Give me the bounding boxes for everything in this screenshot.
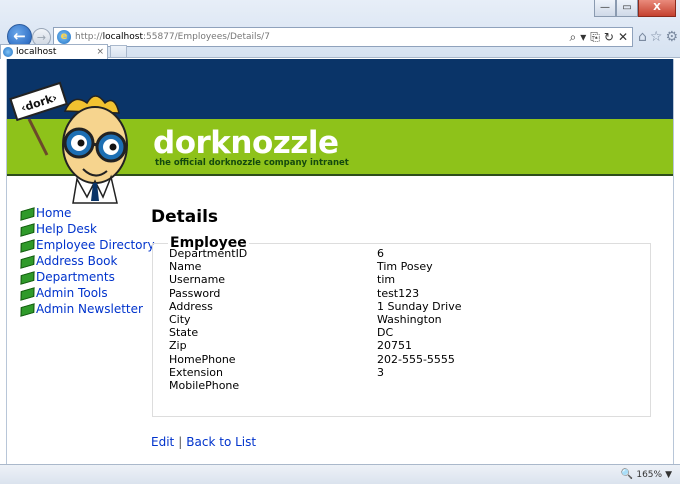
nav-item-departments[interactable]: Departments xyxy=(21,269,155,285)
action-separator: | xyxy=(178,435,183,449)
detail-row-address: Address 1 Sunday Drive xyxy=(169,300,650,313)
nav-link-address-book[interactable]: Address Book xyxy=(36,254,117,268)
nav-link-employee-directory[interactable]: Employee Directory xyxy=(36,238,155,252)
employee-details-list: DepartmentID 6 Name Tim Posey Username tim … xyxy=(169,247,650,392)
back-to-list-link[interactable]: Back to List xyxy=(186,435,256,449)
detail-label: City xyxy=(169,313,191,327)
detail-row-state: State DC xyxy=(169,326,650,339)
nav-item-address-book[interactable]: Address Book xyxy=(21,253,155,269)
refresh-icon[interactable]: ↻ xyxy=(604,30,614,45)
detail-label: Username xyxy=(169,273,226,287)
detail-row-extension: Extension 3 xyxy=(169,366,650,379)
book-icon xyxy=(21,240,33,250)
book-icon xyxy=(21,256,33,266)
zoom-icon: 🔍 xyxy=(620,469,634,480)
zoom-level: 165% xyxy=(636,469,663,480)
address-bar[interactable]: e http://localhost:55877/Employees/Detai… xyxy=(53,27,633,47)
close-button[interactable]: X xyxy=(638,0,676,17)
browser-tab[interactable]: localhost × xyxy=(0,44,108,59)
detail-row-mobile-phone: MobilePhone xyxy=(169,379,650,392)
nav-link-help-desk[interactable]: Help Desk xyxy=(36,222,97,236)
site-tagline: the official dorknozzle company intranet xyxy=(155,158,349,168)
ie-tab-icon xyxy=(3,47,13,57)
edit-link[interactable]: Edit xyxy=(151,435,174,449)
detail-row-password: Password test123 xyxy=(169,287,650,300)
zoom-control[interactable]: 🔍 165% ▼ xyxy=(621,469,672,480)
detail-value: test123 xyxy=(377,286,420,300)
nav-link-home[interactable]: Home xyxy=(36,206,71,220)
address-tools: ⌕ ▾ ⎘ ↻ ✕ xyxy=(570,30,629,45)
detail-label: MobilePhone xyxy=(169,378,240,392)
book-icon xyxy=(21,304,33,314)
site-title: dorknozzle xyxy=(153,125,339,161)
nav-item-admin-newsletter[interactable]: Admin Newsletter xyxy=(21,301,155,317)
detail-label: State xyxy=(169,326,199,340)
detail-value: Washington xyxy=(377,313,442,327)
detail-value: 20751 xyxy=(377,339,412,353)
zoom-dropdown-icon[interactable]: ▼ xyxy=(665,470,672,480)
detail-value: 1 Sunday Drive xyxy=(377,299,462,313)
detail-value: 202-555-5555 xyxy=(377,352,455,366)
detail-row-name: Name Tim Posey xyxy=(169,260,650,273)
detail-label: Address xyxy=(169,299,213,313)
detail-row-home-phone: HomePhone 202-555-5555 xyxy=(169,353,650,366)
gear-icon[interactable]: ⚙ xyxy=(665,29,678,45)
dork-mascot-logo: ‹dork› xyxy=(9,81,128,204)
page-title: Details xyxy=(151,207,219,227)
detail-value: DC xyxy=(377,326,394,340)
nav-link-admin-newsletter[interactable]: Admin Newsletter xyxy=(36,302,143,316)
home-icon[interactable]: ⌂ xyxy=(638,29,647,45)
minimize-button[interactable]: — xyxy=(594,0,616,17)
book-icon xyxy=(21,208,33,218)
page-viewport: dorknozzle the official dorknozzle compa… xyxy=(6,59,674,464)
favorites-icon[interactable]: ☆ xyxy=(650,29,663,45)
detail-row-zip: Zip 20751 xyxy=(169,339,650,352)
detail-value: tim xyxy=(377,273,396,287)
tab-title: localhost xyxy=(16,47,57,57)
window-controls: — ▭ X xyxy=(594,0,676,17)
detail-value: 3 xyxy=(377,365,384,379)
detail-actions: Edit | Back to List xyxy=(151,435,256,449)
browser-toolbar-icons: ⌂ ☆ ⚙ xyxy=(638,29,678,45)
detail-row-username: Username tim xyxy=(169,273,650,286)
status-bar: 🔍 165% ▼ xyxy=(0,464,680,484)
url-text[interactable]: http://localhost:55877/Employees/Details… xyxy=(75,32,270,42)
book-icon xyxy=(21,272,33,282)
detail-label: Zip xyxy=(169,339,187,353)
nav-item-admin-tools[interactable]: Admin Tools xyxy=(21,285,155,301)
detail-label: Name xyxy=(169,260,202,274)
detail-label: Extension xyxy=(169,365,224,379)
tab-close-icon[interactable]: × xyxy=(96,47,104,57)
dropdown-icon[interactable]: ▾ xyxy=(580,30,586,45)
employee-fieldset: Employee DepartmentID 6 Name Tim Posey Use… xyxy=(152,235,651,417)
nav-item-home[interactable]: Home xyxy=(21,205,155,221)
maximize-button[interactable]: ▭ xyxy=(616,0,638,17)
detail-row-department-id: DepartmentID 6 xyxy=(169,247,650,260)
detail-value: Tim Posey xyxy=(377,260,433,274)
compatibility-view-icon[interactable]: ⎘ xyxy=(590,30,600,45)
detail-value: 6 xyxy=(377,247,384,261)
detail-label: Password xyxy=(169,286,221,300)
stop-icon[interactable]: ✕ xyxy=(618,30,628,45)
detail-label: DepartmentID xyxy=(169,247,248,261)
search-icon[interactable]: ⌕ xyxy=(570,30,577,45)
detail-label: HomePhone xyxy=(169,352,236,366)
detail-row-city: City Washington xyxy=(169,313,650,326)
book-icon xyxy=(21,224,33,234)
nav-item-help-desk[interactable]: Help Desk xyxy=(21,221,155,237)
new-tab-button[interactable] xyxy=(110,45,127,58)
nav-link-departments[interactable]: Departments xyxy=(36,270,115,284)
ie-page-icon: e xyxy=(57,30,71,44)
site-nav: Home Help Desk Employee Directory Addres… xyxy=(21,205,155,317)
book-icon xyxy=(21,288,33,298)
nav-link-admin-tools[interactable]: Admin Tools xyxy=(36,286,108,300)
nav-item-employee-directory[interactable]: Employee Directory xyxy=(21,237,155,253)
browser-chrome: — ▭ X ← → e http://localhost:55877/Emplo… xyxy=(0,0,680,59)
